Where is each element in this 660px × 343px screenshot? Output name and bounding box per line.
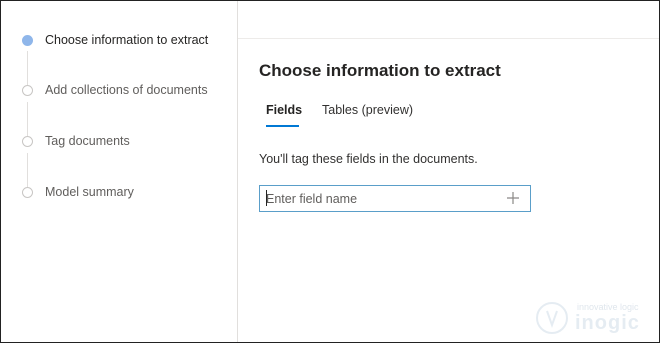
tab-label: Tables (preview) [322,103,414,117]
step-model-summary[interactable]: Model summary [1,182,238,206]
step-indicator [22,136,33,147]
step-label: Add collections of documents [45,83,208,97]
step-indicator [22,187,33,198]
step-label: Choose information to extract [45,33,209,47]
field-name-box [259,185,531,212]
step-choose-information[interactable]: Choose information to extract [1,30,238,54]
step-indicator-active [22,35,33,46]
step-label: Tag documents [45,134,130,148]
plus-icon [507,192,519,204]
text-cursor [266,190,267,206]
tab-label: Fields [266,103,303,117]
field-name-input[interactable] [266,190,486,208]
top-bar [238,1,659,39]
instructions-text: You'll tag these fields in the documents… [259,152,478,166]
logo-icon [536,302,568,334]
watermark-logo: innovative logic inogic [533,300,653,336]
add-field-button[interactable] [504,189,522,207]
app-window: Choose information to extract Add collec… [0,0,660,343]
watermark-brand: inogic [575,312,640,334]
tab-tables-preview[interactable]: Tables (preview) [322,103,413,117]
tab-fields[interactable]: Fields [266,103,303,127]
step-tag-documents[interactable]: Tag documents [1,131,238,155]
step-add-collections[interactable]: Add collections of documents [1,80,238,104]
page-title: Choose information to extract [259,61,501,80]
step-indicator [22,85,33,96]
watermark-tagline: innovative logic [577,302,639,312]
step-label: Model summary [45,185,134,199]
wizard-steps: Choose information to extract Add collec… [1,1,238,342]
tab-selected-indicator [266,125,299,127]
